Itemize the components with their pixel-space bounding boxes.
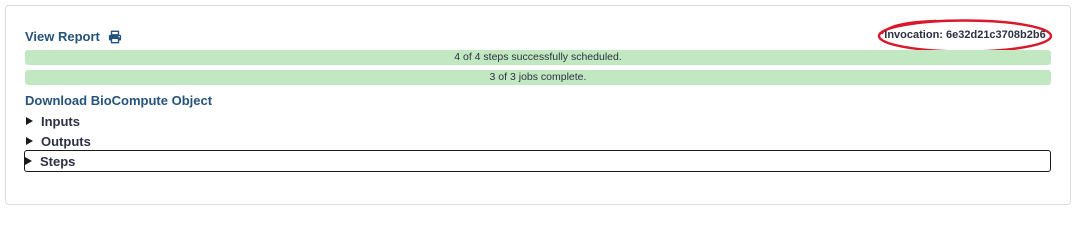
steps-scheduled-progress: 4 of 4 steps successfully scheduled. [25,50,1051,65]
view-report-link[interactable]: View Report [25,29,122,44]
jobs-complete-text: 3 of 3 jobs complete. [489,71,587,83]
view-report-label: View Report [25,29,100,44]
section-steps-toggle[interactable]: Steps [24,150,1051,172]
section-outputs-toggle[interactable]: Outputs [25,131,91,151]
caret-right-icon [26,137,33,145]
section-steps-label: Steps [40,153,76,169]
steps-scheduled-text: 4 of 4 steps successfully scheduled. [454,51,622,63]
invocation-id: Invocation: 6e32d21c3708b2b6 [876,18,1054,54]
print-icon[interactable] [108,30,122,44]
caret-right-icon [26,117,33,125]
section-inputs-label: Inputs [41,113,80,129]
section-outputs-label: Outputs [41,133,91,149]
download-biocompute-link[interactable]: Download BioCompute Object [25,93,212,108]
invocation-panel: View Report Invocation: 6e32d21c3708b2b6… [5,5,1071,205]
section-inputs-toggle[interactable]: Inputs [25,111,80,131]
invocation-id-label: Invocation: 6e32d21c3708b2b6 [884,29,1046,41]
caret-right-icon [25,157,32,165]
jobs-complete-progress: 3 of 3 jobs complete. [25,70,1051,85]
invocation-header: View Report Invocation: 6e32d21c3708b2b6 [25,19,1053,53]
